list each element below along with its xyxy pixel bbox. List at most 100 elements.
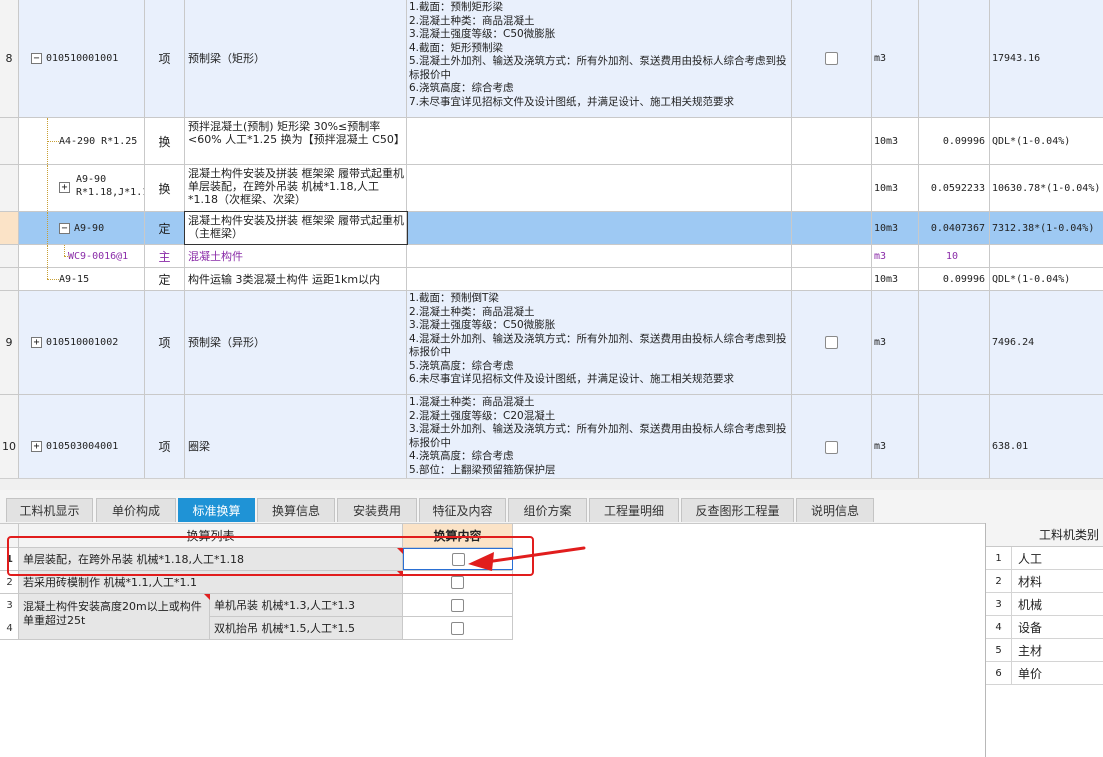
item-code-cell: + 010510001002 [19, 291, 145, 394]
expand-toggle[interactable]: + [31, 337, 42, 348]
row-number: 4 [6, 622, 13, 634]
resource-category-item[interactable]: 4 设备 [986, 616, 1103, 639]
row-number [0, 118, 19, 164]
collapse-toggle[interactable]: − [59, 222, 70, 234]
item-name[interactable]: 圈梁 [185, 395, 407, 478]
table-row[interactable]: WC9-0016@1 主 混凝土构件 m3 10 [0, 245, 1103, 268]
item-price: QDL*(1-0.04%) [992, 135, 1071, 147]
tab-pricing-scheme[interactable]: 组价方案 [508, 498, 587, 522]
item-code-cell: + 010503004001 [19, 395, 145, 478]
item-checkbox[interactable] [825, 440, 838, 454]
annotation-highlight-box [7, 536, 534, 576]
item-code: A4-290 R*1.25 [59, 135, 138, 147]
item-features[interactable] [407, 165, 792, 211]
conversion-checkbox[interactable] [451, 598, 464, 612]
item-code-cell: − 010510001001 [19, 0, 145, 117]
row-number: 4 [986, 616, 1012, 638]
item-code-cell: − A9-90 [19, 212, 145, 244]
item-name[interactable]: 构件运输 3类混凝土构件 运距1km以内 [185, 268, 407, 290]
conversion-checkbox-cell [403, 617, 513, 639]
item-checkbox-cell [792, 165, 872, 211]
tab-features-content[interactable]: 特征及内容 [419, 498, 506, 522]
conversion-row[interactable]: 3 单机吊装 机械*1.3,人工*1.3 [0, 594, 513, 617]
tab-labor-material-machine[interactable]: 工料机显示 [6, 498, 93, 522]
category-label: 主材 [1018, 643, 1043, 658]
item-quantity: 0.09996 [919, 118, 990, 164]
item-type: 主 [145, 245, 185, 267]
category-label: 设备 [1018, 620, 1043, 635]
row-number: 6 [986, 662, 1012, 684]
item-unit: m3 [872, 0, 919, 117]
resource-category-item[interactable]: 2 材料 [986, 570, 1103, 593]
conversion-label: 双机抬吊 机械*1.5,人工*1.5 [210, 617, 403, 639]
table-row[interactable]: A4-290 R*1.25 换 预拌混凝土(预制) 矩形梁 30%≤预制率<60… [0, 118, 1103, 165]
item-quantity [919, 291, 990, 394]
item-name[interactable]: 预制梁（异形） [185, 291, 407, 394]
row-number: 10 [0, 395, 19, 478]
row-number [0, 212, 19, 244]
item-unit: 10m3 [872, 212, 919, 244]
tab-graphic-quantity[interactable]: 反查图形工程量 [681, 498, 794, 522]
detail-tab-bar: 工料机显示 单价构成 标准换算 换算信息 安装费用 特征及内容 组价方案 工程量… [0, 490, 1103, 523]
item-quantity: 10 [919, 245, 990, 267]
table-row[interactable]: 8 − 010510001001 项 预制梁（矩形） 1.截面：预制矩形梁 2.混… [0, 0, 1103, 118]
panel-splitter[interactable] [0, 478, 1103, 490]
item-features[interactable] [407, 268, 792, 290]
item-code: 010510001002 [46, 337, 119, 348]
item-type: 项 [145, 291, 185, 394]
conversion-label: 单机吊装 机械*1.3,人工*1.3 [210, 594, 403, 617]
item-checkbox[interactable] [825, 336, 838, 349]
resource-category-item[interactable]: 1 人工 [986, 547, 1103, 570]
tab-description[interactable]: 说明信息 [796, 498, 874, 522]
table-row-selected[interactable]: − A9-90 定 混凝土构件安装及拼装 框架梁 履带式起重机 （主框梁） 10… [0, 211, 1103, 245]
item-features[interactable] [407, 212, 792, 244]
features-text: 1.截面：预制倒T梁 2.混凝土种类：商品混凝土 3.混凝土强度等级：C50微膨胀 4… [409, 292, 787, 385]
item-code-cell: A9-15 [19, 268, 145, 290]
category-label: 人工 [1018, 551, 1043, 566]
annotation-arrow [468, 546, 586, 571]
conversion-checkbox[interactable] [451, 621, 464, 635]
item-type: 换 [145, 165, 185, 211]
expand-toggle[interactable]: + [31, 441, 42, 452]
item-price: QDL*(1-0.04%) [992, 273, 1071, 285]
item-type: 项 [145, 395, 185, 478]
tab-install-fee[interactable]: 安装费用 [337, 498, 417, 522]
resource-category-item[interactable]: 5 主材 [986, 639, 1103, 662]
conversion-checkbox[interactable] [451, 575, 464, 589]
tab-unit-price-composition[interactable]: 单价构成 [96, 498, 176, 522]
item-checkbox[interactable] [825, 52, 838, 65]
bill-items-grid: 8 − 010510001001 项 预制梁（矩形） 1.截面：预制矩形梁 2.混… [0, 0, 1103, 478]
resource-category-item[interactable]: 3 机械 [986, 593, 1103, 616]
item-quantity [919, 395, 990, 478]
item-name[interactable]: 混凝土构件 [185, 245, 407, 267]
row-number [0, 245, 19, 267]
item-features[interactable] [407, 245, 792, 267]
row-number: 3 [986, 593, 1012, 615]
table-row[interactable]: 9 + 010510001002 项 预制梁（异形） 1.截面：预制倒T梁 2.混… [0, 291, 1103, 395]
category-label: 机械 [1018, 597, 1043, 612]
tab-quantity-details[interactable]: 工程量明细 [589, 498, 679, 522]
row-number [0, 165, 19, 211]
item-features[interactable]: 1.混凝土种类：商品混凝土 2.混凝土强度等级：C20混凝土 3.混凝土外加剂、输送… [407, 395, 792, 478]
item-features[interactable] [407, 118, 792, 164]
tab-conversion-info[interactable]: 换算信息 [257, 498, 335, 522]
conversion-row[interactable]: 4 双机抬吊 机械*1.5,人工*1.5 [0, 617, 513, 640]
category-label: 材料 [1018, 574, 1043, 589]
resource-category-item[interactable]: 6 单价 [986, 662, 1103, 685]
expand-toggle[interactable]: + [59, 182, 70, 193]
item-name-editor[interactable]: 混凝土构件安装及拼装 框架梁 履带式起重机 （主框梁） [184, 211, 408, 245]
item-name[interactable]: 预拌混凝土(预制) 矩形梁 30%≤预制率<60% 人工*1.25 换为【预拌混… [185, 118, 407, 164]
collapse-toggle[interactable]: − [31, 53, 42, 64]
item-price: 638.01 [992, 441, 1029, 452]
item-code: 010510001001 [46, 53, 119, 64]
item-name[interactable]: 混凝土构件安装及拼装 框架梁 履带式起重机 单层装配，在跨外吊装 机械*1.18… [185, 165, 407, 211]
item-name[interactable]: 预制梁（矩形） [185, 0, 407, 117]
item-unit: m3 [872, 395, 919, 478]
item-features[interactable]: 1.截面：预制倒T梁 2.混凝土种类：商品混凝土 3.混凝土强度等级：C50微膨胀 4… [407, 291, 792, 394]
tab-standard-conversion[interactable]: 标准换算 [178, 498, 255, 522]
table-row[interactable]: 10 + 010503004001 项 圈梁 1.混凝土种类：商品混凝土 2.混凝… [0, 395, 1103, 478]
table-row[interactable]: + A9-90 R*1.18,J*1.18 换 混凝土构件安装及拼装 框架梁 履… [0, 165, 1103, 212]
item-features[interactable]: 1.截面：预制矩形梁 2.混凝土种类：商品混凝土 3.混凝土强度等级：C50微膨胀 4… [407, 0, 792, 117]
table-row[interactable]: A9-15 定 构件运输 3类混凝土构件 运距1km以内 10m3 0.0999… [0, 268, 1103, 291]
item-code-cell: WC9-0016@1 [19, 245, 145, 267]
